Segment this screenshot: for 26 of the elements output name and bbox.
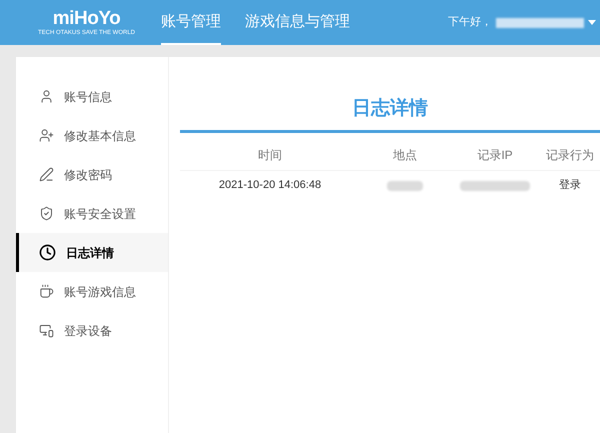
devices-icon (39, 323, 54, 338)
user-icon (39, 89, 54, 104)
sidebar-item[interactable]: 日志详情 (16, 233, 168, 272)
sidebar-item[interactable]: 修改基本信息 (16, 116, 168, 155)
greeting: 下午好， (448, 15, 492, 30)
caret-icon[interactable] (588, 20, 596, 26)
page-title: 日志详情 (352, 96, 428, 121)
clock-icon (39, 244, 56, 261)
shield-check-icon (39, 206, 54, 221)
sidebar-item[interactable]: 登录设备 (16, 311, 168, 350)
sidebar-item[interactable]: 账号安全设置 (16, 194, 168, 233)
cup-icon (39, 284, 54, 299)
column-header: 地点 (392, 146, 418, 164)
column-header: 时间 (257, 146, 283, 164)
column-header: 记录行为 (545, 146, 595, 164)
logo: miHoYo (52, 9, 120, 28)
pen-icon (39, 167, 54, 182)
blurred-redaction (387, 180, 423, 190)
user-plus-icon (39, 128, 54, 143)
sidebar-item[interactable]: 账号信息 (16, 77, 168, 116)
sidebar-item[interactable]: 账号游戏信息 (16, 272, 168, 311)
blurred-redaction (460, 180, 530, 190)
table-cell-text: 登录 (558, 178, 582, 194)
table-cell-text: 2021-10-20 14:06:48 (218, 178, 322, 194)
column-header: 记录IP (476, 146, 514, 164)
sidebar-item[interactable]: 修改密码 (16, 155, 168, 194)
